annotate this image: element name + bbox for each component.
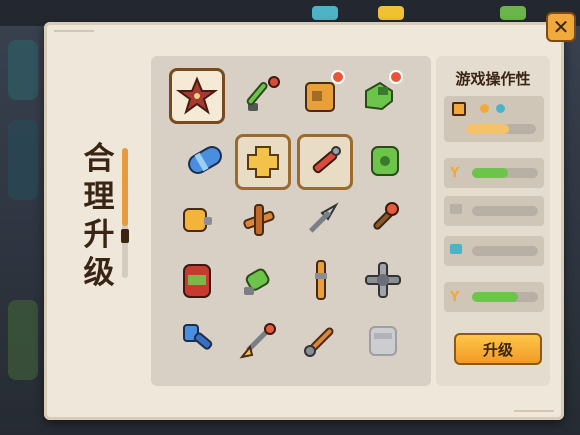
grid-item-green-boot[interactable] [351,68,407,124]
stat-row [444,236,544,266]
canister-icon [183,208,212,232]
wrench-stat-icon: Y [450,166,460,181]
coin-dot-icon [480,104,489,113]
rod-icon [315,260,327,300]
grid-item-red-dart[interactable] [297,134,353,190]
connector-icon [365,262,401,298]
stat-icon [452,102,466,116]
modal-title: 合 理 升 级 [74,140,124,292]
grid-item-steel-connector[interactable] [355,252,411,308]
copper-rod-icon [304,327,334,357]
grid-item-stone-gauntlet[interactable] [355,312,411,368]
background-tile [8,120,38,200]
item-grid [151,56,431,386]
grid-item-green-shield[interactable] [357,132,413,188]
drop-stat-icon [450,244,462,254]
corner-decoration [514,388,554,412]
stat-slider[interactable] [472,292,538,302]
energy-icon [500,6,526,20]
barrel-icon [183,264,211,298]
coin-icon [378,6,404,20]
new-badge [389,70,403,84]
grid-item-blue-capsule[interactable] [177,132,233,188]
joint-icon [243,204,275,236]
spike-icon [239,323,276,359]
stat-row [444,196,544,226]
grid-item-orange-cube[interactable] [293,68,349,124]
grid-item-blue-mallet[interactable] [169,312,225,368]
grid-item-spike-rod[interactable] [231,312,287,368]
stat-slider[interactable] [472,246,538,256]
title-scroll-bar[interactable] [121,148,129,278]
background-tile [8,40,38,100]
slider-fill [472,168,509,178]
grid-item-green-wrench[interactable] [235,68,291,124]
dart-icon [312,146,341,174]
stats-title: 游戏操作性 [455,70,531,88]
grid-item-red-barrel[interactable] [169,252,225,308]
stat-row: Y [444,158,544,188]
title-char: 级 [83,255,115,291]
wrench-icon [246,76,280,111]
grid-item-cross-joint[interactable] [231,192,287,248]
torch-icon [373,202,399,230]
stat-row [444,96,544,142]
stat-slider[interactable] [472,168,538,178]
locked-stat-icon [450,204,462,214]
grid-item-green-pin[interactable] [231,252,287,308]
stat-slider[interactable] [466,124,536,134]
title-char: 理 [83,179,115,215]
upgrade-button[interactable]: 升级 [454,333,542,365]
mallet-icon [183,324,213,350]
stat-row: Y [444,282,544,312]
grid-item-yellow-canister[interactable] [169,192,225,248]
plus-block-icon [247,146,279,178]
title-char: 升 [83,217,115,253]
slider-fill [472,292,519,302]
star-emblem-icon [175,76,219,115]
capsule-icon [188,146,222,174]
spear-icon [308,202,339,233]
scroll-handle[interactable] [121,228,129,243]
grid-item-star-emblem[interactable] [169,68,225,124]
scroll-fill [122,148,128,226]
grid-item-orange-rod[interactable] [293,252,349,308]
shield-icon [371,146,399,176]
corner-decoration [54,30,94,54]
gem-dot-icon [496,104,505,113]
gauntlet-icon [369,326,397,356]
wrench-stat-icon: Y [450,290,460,305]
close-icon: ✕ [552,15,570,39]
grid-item-yellow-plus-block[interactable] [235,134,291,190]
close-button[interactable]: ✕ [546,12,576,42]
gem-icon [312,6,338,20]
slider-fill [466,124,510,134]
title-char: 合 [83,141,115,177]
stat-slider[interactable] [472,206,538,216]
grid-item-copper-rod[interactable] [293,312,349,368]
grid-item-silver-spear[interactable] [293,192,349,248]
background-tile [8,300,38,380]
grid-item-torch-stick[interactable] [355,192,411,248]
new-badge [331,70,345,84]
pin-icon [244,268,270,295]
